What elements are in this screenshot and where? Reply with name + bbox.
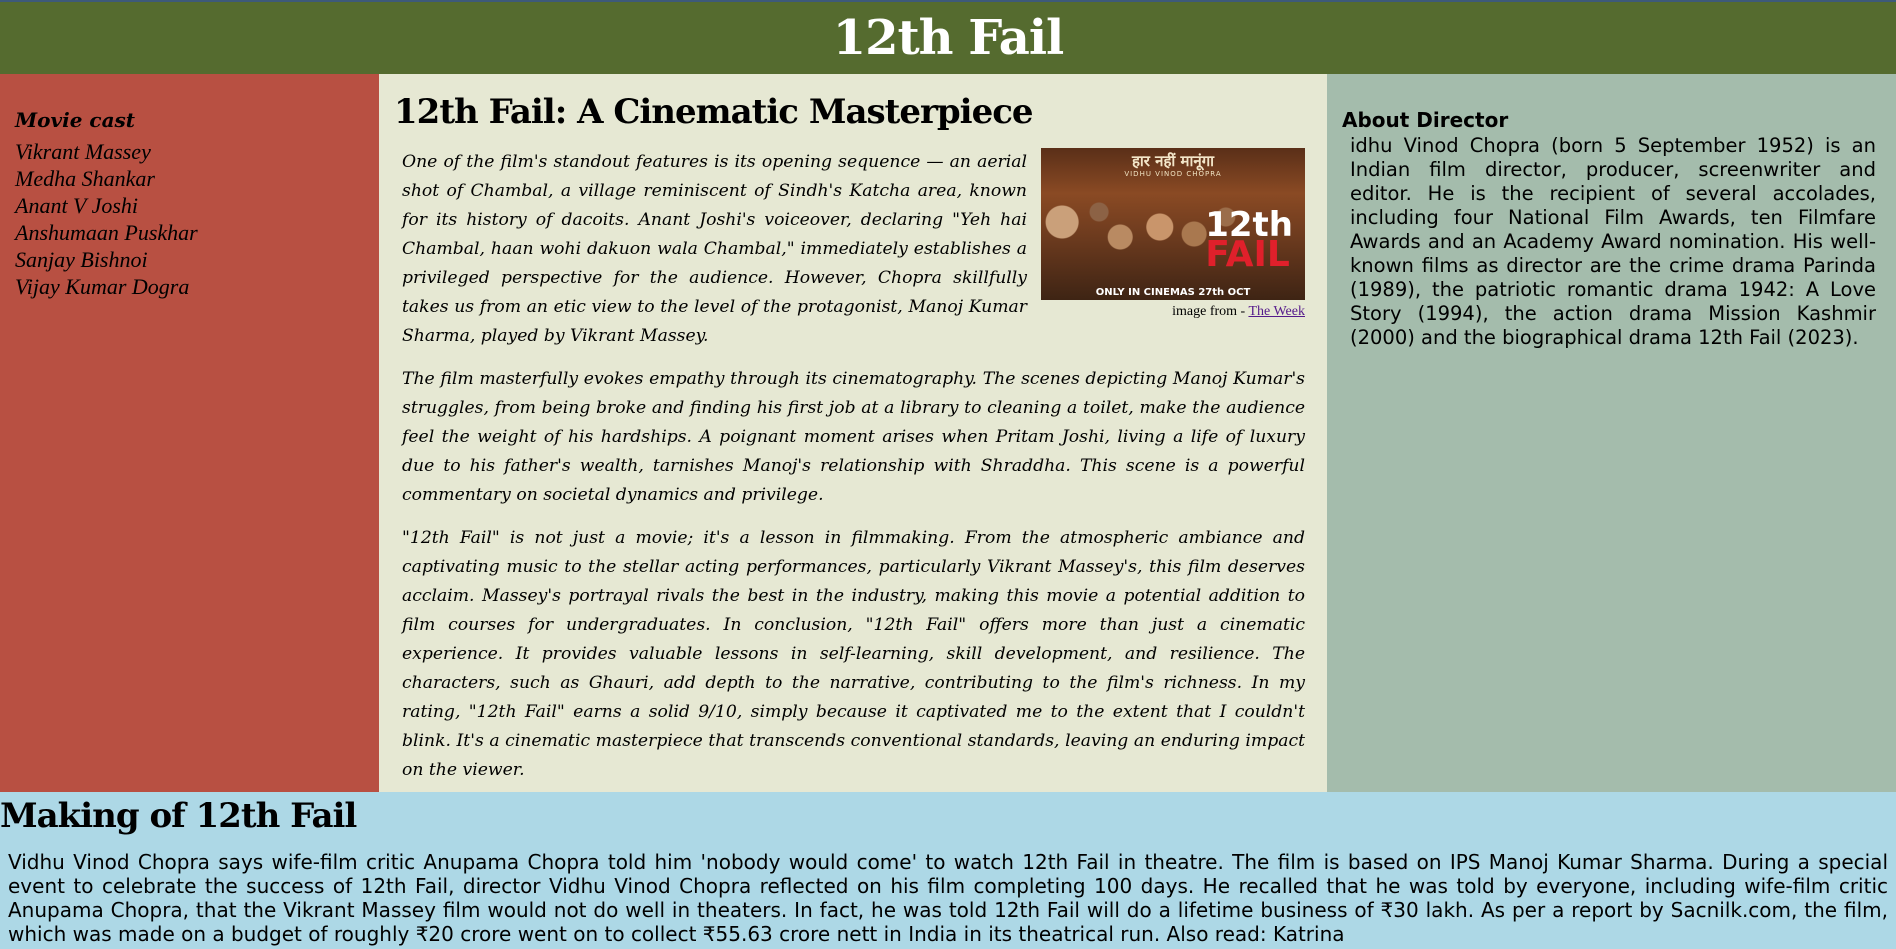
poster-title: 12th FAIL bbox=[1205, 208, 1293, 275]
cast-member: Anshumaan Puskhar bbox=[15, 220, 198, 245]
making-heading: Making of 12th Fail bbox=[0, 796, 357, 836]
caption-source-link[interactable]: The Week bbox=[1248, 304, 1305, 319]
cast-member: Medha Shankar bbox=[15, 166, 155, 191]
review-heading: 12th Fail: A Cinematic Masterpiece bbox=[394, 92, 1034, 132]
director-heading: About Director bbox=[1342, 108, 1509, 132]
cast-member: Vikrant Massey bbox=[15, 139, 151, 164]
cast-member: Anant V Joshi bbox=[15, 193, 139, 218]
making-text: Vidhu Vinod Chopra says wife-film critic… bbox=[8, 850, 1888, 946]
cast-member: Vijay Kumar Dogra bbox=[15, 274, 190, 299]
poster-credit: VIDHU VINOD CHOPRA bbox=[1124, 170, 1222, 178]
director-bio: idhu Vinod Chopra (born 5 September 1952… bbox=[1350, 134, 1876, 349]
review-paragraph: "12th Fail" is not just a movie; it's a … bbox=[402, 528, 1305, 780]
caption-prefix: image from - bbox=[1172, 304, 1249, 319]
poster-figure: हार नहीं मानूंगा VIDHU VINOD CHOPRA 12th… bbox=[1041, 148, 1305, 320]
image-caption: image from - The Week bbox=[1041, 304, 1305, 320]
review-paragraph: The film masterfully evokes empathy thro… bbox=[402, 369, 1305, 505]
director-panel: About Director idhu Vinod Chopra (born 5… bbox=[1327, 74, 1896, 792]
poster-release: ONLY IN CINEMAS 27th OCT bbox=[1095, 287, 1251, 298]
page-header: 12th Fail bbox=[0, 0, 1896, 74]
cast-panel: Movie cast Vikrant Massey Medha Shankar … bbox=[0, 74, 379, 792]
review-panel: 12th Fail: A Cinematic Masterpiece हार न… bbox=[379, 74, 1327, 792]
cast-list: Vikrant Massey Medha Shankar Anant V Jos… bbox=[15, 138, 364, 300]
poster-title-line2: FAIL bbox=[1205, 234, 1290, 275]
movie-poster-image: हार नहीं मानूंगा VIDHU VINOD CHOPRA 12th… bbox=[1041, 148, 1305, 300]
cast-member: Sanjay Bishnoi bbox=[15, 247, 148, 272]
poster-tagline: हार नहीं मानूंगा bbox=[1131, 152, 1215, 170]
cast-heading: Movie cast bbox=[15, 108, 136, 132]
page-title: 12th Fail bbox=[832, 10, 1065, 66]
making-section: Making of 12th Fail Vidhu Vinod Chopra s… bbox=[0, 792, 1896, 949]
